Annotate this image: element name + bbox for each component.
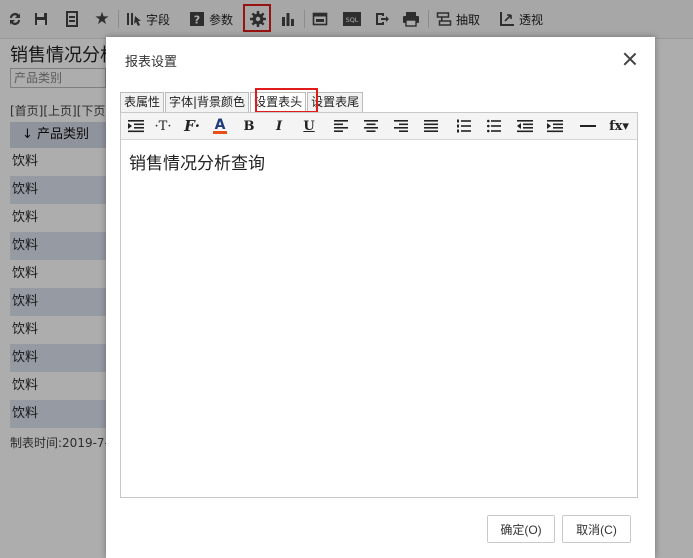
outdent-icon xyxy=(517,120,533,133)
align-right-button[interactable] xyxy=(390,116,412,136)
font-size-button[interactable]: ·T· xyxy=(151,116,175,136)
ordered-list-button[interactable] xyxy=(453,116,475,136)
horizontal-rule-button[interactable] xyxy=(577,116,599,136)
header-editor: ·T· F· A B I U fx▾ 销售情况分析查询 xyxy=(120,112,638,498)
font-color-button[interactable]: A xyxy=(209,116,231,136)
outdent-button[interactable] xyxy=(514,116,536,136)
indent-icon xyxy=(547,120,563,133)
cancel-button[interactable]: 取消(C) xyxy=(562,515,631,543)
font-family-button[interactable]: F· xyxy=(181,116,203,136)
editor-content[interactable]: 销售情况分析查询 xyxy=(129,149,265,174)
report-settings-dialog: 报表设置 表属性 字体|背景颜色 设置表头 设置表尾 ·T· F· A B I … xyxy=(106,37,655,558)
unordered-list-icon xyxy=(487,119,501,133)
underline-button[interactable]: U xyxy=(298,116,320,136)
italic-icon: I xyxy=(275,118,283,134)
formula-icon: fx▾ xyxy=(609,118,629,134)
font-family-icon: F· xyxy=(184,117,200,135)
align-left-icon xyxy=(334,120,348,132)
underline-icon: U xyxy=(303,118,315,134)
align-center-icon xyxy=(364,120,378,132)
italic-button[interactable]: I xyxy=(268,116,290,136)
indent-button[interactable] xyxy=(544,116,566,136)
editor-toolbar: ·T· F· A B I U fx▾ xyxy=(121,113,637,140)
font-size-icon: ·T· xyxy=(154,118,172,134)
ordered-list-icon xyxy=(457,119,471,133)
unordered-list-button[interactable] xyxy=(483,116,505,136)
close-icon[interactable] xyxy=(619,48,641,70)
align-justify-button[interactable] xyxy=(420,116,442,136)
font-color-icon: A xyxy=(213,117,227,134)
align-justify-icon xyxy=(424,120,438,132)
paragraph-format-button[interactable] xyxy=(125,116,147,136)
bold-button[interactable]: B xyxy=(238,116,260,136)
svg-text:A: A xyxy=(215,117,226,133)
align-left-button[interactable] xyxy=(330,116,352,136)
horizontal-rule-icon xyxy=(580,125,596,127)
bold-icon: B xyxy=(243,118,255,134)
dialog-title: 报表设置 xyxy=(125,55,178,70)
formula-button[interactable]: fx▾ xyxy=(605,116,633,136)
align-right-icon xyxy=(394,120,408,132)
ok-button[interactable]: 确定(O) xyxy=(487,515,555,543)
tab-table-properties[interactable]: 表属性 xyxy=(120,92,165,112)
dialog-tabs: 表属性 字体|背景颜色 设置表头 设置表尾 xyxy=(120,92,364,113)
tab-highlight-box xyxy=(255,88,318,113)
tab-font-background[interactable]: 字体|背景颜色 xyxy=(165,92,250,112)
align-center-button[interactable] xyxy=(360,116,382,136)
paragraph-format-icon xyxy=(128,120,144,133)
